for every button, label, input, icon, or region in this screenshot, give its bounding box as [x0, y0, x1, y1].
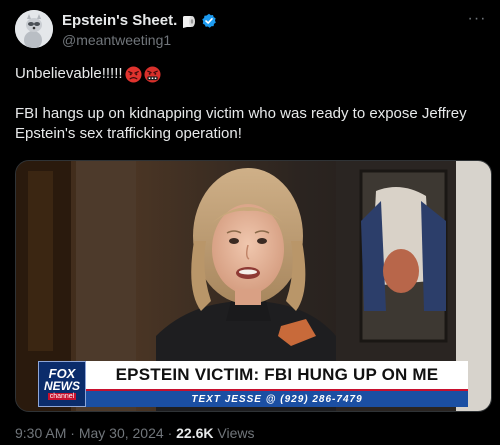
tweet-paragraph-2: FBI hangs up on kidnapping victim who wa… [15, 105, 467, 142]
meta-separator-1: · [70, 425, 75, 441]
author-display-name[interactable]: Epstein's Sheet. [62, 12, 177, 29]
post-date[interactable]: May 30, 2024 [79, 425, 164, 441]
more-options-button[interactable]: ··· [466, 10, 488, 28]
author-handle[interactable]: @meantweeting1 [62, 32, 171, 48]
author-name-row: Epstein's Sheet. [62, 12, 217, 29]
raccoon-avatar-icon [15, 10, 53, 48]
verified-badge-icon [201, 13, 217, 29]
tweet-line-1-text: Unbelievable!!!!! [15, 65, 123, 82]
tweet-line-1: Unbelievable!!!!! [15, 64, 485, 84]
angry-face-icon [125, 65, 142, 83]
tweet: Epstein's Sheet. @meantweeting1 ··· Unbe… [0, 0, 500, 445]
meta-separator-2: · [167, 425, 173, 441]
video-media[interactable]: FOX NEWS channel EPSTEIN VICTIM: FBI HUN… [15, 160, 492, 412]
post-time[interactable]: 9:30 AM [15, 425, 66, 441]
avatar[interactable] [15, 10, 53, 48]
cursing-face-icon [144, 65, 161, 83]
tweet-metadata: 9:30 AM · May 30, 2024 · 22.6K Views [15, 425, 254, 441]
news-headline: EPSTEIN VICTIM: FBI HUNG UP ON ME [86, 361, 468, 391]
fox-news-lower-third: FOX NEWS channel EPSTEIN VICTIM: FBI HUN… [38, 361, 468, 407]
views-label: Views [217, 425, 255, 441]
fox-news-logo: FOX NEWS channel [38, 361, 86, 407]
toilet-paper-icon [181, 13, 197, 29]
views-count: 22.6K [176, 425, 214, 441]
news-ticker: TEXT JESSE @ (929) 286-7479 [86, 391, 468, 407]
tweet-text: Unbelievable!!!!! FBI hangs up on kidnap… [15, 64, 485, 144]
fox-logo-news-text: NEWS [44, 379, 80, 393]
fox-logo-channel-text: channel [47, 393, 77, 400]
